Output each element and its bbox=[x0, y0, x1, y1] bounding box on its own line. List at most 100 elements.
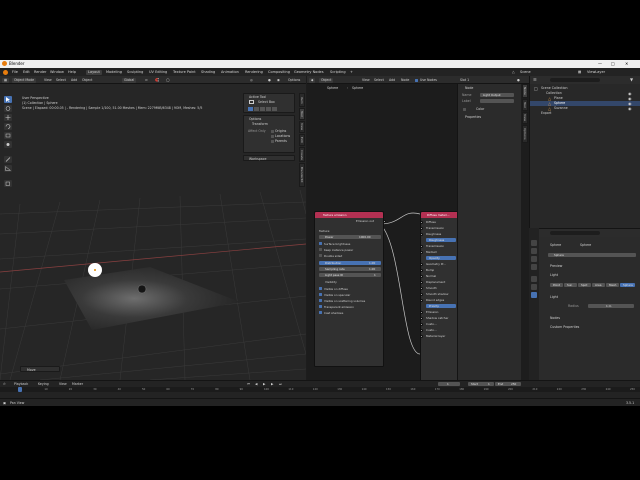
snap-icon[interactable]: 🧲 bbox=[155, 78, 159, 83]
menu-edit[interactable]: Edit bbox=[23, 70, 30, 75]
use-nodes-checkbox[interactable] bbox=[415, 78, 418, 82]
npanel-tab-view[interactable]: View bbox=[522, 112, 528, 124]
world-props-tab[interactable] bbox=[531, 264, 537, 270]
diffuse-input-socket[interactable] bbox=[419, 316, 423, 320]
rotate-tool-button[interactable] bbox=[4, 123, 12, 130]
jump-end-icon[interactable]: ⏭ bbox=[279, 382, 282, 386]
preview-section[interactable]: Preview bbox=[550, 264, 562, 268]
operator-redo-panel[interactable]: Move bbox=[20, 366, 60, 372]
menu-render[interactable]: Render bbox=[34, 70, 46, 75]
filter-icon[interactable]: ▼ bbox=[630, 77, 633, 82]
playhead[interactable] bbox=[18, 387, 22, 392]
prev-keyframe-icon[interactable]: ◀ bbox=[255, 382, 257, 386]
object-props-tab[interactable] bbox=[531, 276, 537, 282]
shading-rendered-icon[interactable]: ◉ bbox=[277, 78, 280, 83]
visible-scattering-checkbox[interactable] bbox=[319, 299, 322, 302]
tab-modeling[interactable]: Modeling bbox=[106, 70, 122, 75]
menu-object[interactable]: Object bbox=[82, 78, 92, 83]
tab-texture-paint[interactable]: Texture Paint bbox=[173, 70, 196, 75]
tab-geometry-nodes[interactable]: Geometry Nodes bbox=[294, 70, 324, 75]
minimize-button[interactable]: — bbox=[598, 61, 602, 66]
cursor-tool-button[interactable] bbox=[4, 105, 12, 112]
distribution-field[interactable]: Distribution 1.00 bbox=[319, 261, 381, 265]
select-box-icon[interactable] bbox=[249, 100, 254, 104]
custom-properties-section[interactable]: Custom Properties bbox=[550, 325, 579, 329]
shading-solid-icon[interactable]: ● bbox=[268, 78, 271, 83]
outliner-search-input[interactable] bbox=[550, 78, 600, 82]
diffuse-input-socket[interactable] bbox=[419, 280, 423, 284]
play-icon[interactable]: ▶ bbox=[263, 382, 265, 386]
measure-tool-button[interactable] bbox=[4, 165, 12, 172]
mode-extend-button[interactable] bbox=[254, 107, 259, 111]
diffuse-input-socket[interactable] bbox=[419, 262, 423, 266]
timeline-scrubber[interactable]: 0102030405060708090100110120130140150160… bbox=[0, 387, 640, 392]
light-type-spot[interactable]: Spot bbox=[578, 283, 591, 287]
timeline-menu-view[interactable]: View bbox=[59, 382, 67, 386]
timeline-menu-keying[interactable]: Keying bbox=[38, 382, 49, 386]
diffuse-input-socket[interactable] bbox=[419, 310, 423, 314]
diffuse-input-socket[interactable] bbox=[419, 268, 423, 272]
diffuse-input-field[interactable]: Roughness bbox=[426, 238, 456, 242]
scene-selector[interactable]: Scene bbox=[520, 70, 531, 75]
sidebar-tab-tool[interactable]: Tool bbox=[299, 108, 305, 120]
outliner-row-suzanne[interactable]: △ Suzanne ◉ bbox=[530, 106, 640, 111]
output-props-tab[interactable] bbox=[531, 248, 537, 254]
workspace-panel[interactable]: Workspace bbox=[243, 155, 295, 161]
editor-type-icon[interactable]: ▦ bbox=[2, 77, 10, 83]
locations-checkbox[interactable] bbox=[271, 135, 274, 138]
blender-menu-icon[interactable] bbox=[3, 69, 8, 75]
node-menu-add[interactable]: Add bbox=[389, 78, 395, 83]
light-type-mesh[interactable]: Mesh bbox=[606, 283, 619, 287]
outliner-row-plane[interactable]: △ Plane ◉ bbox=[530, 96, 640, 101]
diffuse-input-socket[interactable] bbox=[419, 220, 423, 224]
mode-intersect-button[interactable] bbox=[272, 107, 277, 111]
tab-sculpting[interactable]: Sculpting bbox=[127, 70, 143, 75]
npanel-tab-options[interactable]: Options bbox=[522, 125, 528, 143]
diffuse-input-socket[interactable] bbox=[419, 232, 423, 236]
light-data-name-field[interactable]: Sphere bbox=[548, 253, 636, 257]
tab-layout[interactable]: Layout bbox=[86, 69, 102, 75]
emission-output-socket[interactable] bbox=[382, 220, 386, 223]
node-label-field[interactable] bbox=[480, 99, 514, 103]
overlay-icon[interactable]: ◎ bbox=[250, 78, 253, 83]
view-layer-selector[interactable]: ViewLayer bbox=[587, 70, 605, 75]
node-name-field[interactable]: Light Output bbox=[480, 93, 514, 97]
physics-props-tab[interactable] bbox=[531, 284, 537, 290]
sidebar-tab-create[interactable]: Create bbox=[299, 147, 305, 162]
tab-shading[interactable]: Shading bbox=[201, 70, 215, 75]
node-menu-view[interactable]: View bbox=[362, 78, 370, 83]
timeline[interactable]: ⏱ Playback Keying View Marker ⏮ ◀ ▶ ▶ ⏭ … bbox=[0, 380, 640, 398]
diffuse-input-socket[interactable] bbox=[419, 286, 423, 290]
surface-brightness-checkbox[interactable] bbox=[319, 242, 322, 245]
diffuse-input-socket[interactable] bbox=[419, 322, 423, 326]
nodes-section[interactable]: Nodes bbox=[550, 316, 560, 320]
slot-dropdown[interactable]: Slot 1 bbox=[460, 78, 469, 83]
menu-file[interactable]: File bbox=[12, 70, 18, 75]
light-type-point[interactable]: Point bbox=[550, 283, 563, 287]
node-editor-type-icon[interactable]: ◆ bbox=[309, 77, 316, 83]
next-keyframe-icon[interactable]: ▶ bbox=[271, 382, 273, 386]
npanel-tab-node[interactable]: Node bbox=[522, 84, 528, 98]
sidebar-tab-edit[interactable]: Edit bbox=[299, 134, 305, 146]
add-workspace-icon[interactable]: + bbox=[350, 70, 353, 75]
diffuse-input-field[interactable]: Priority bbox=[426, 304, 456, 308]
outliner-row-collection[interactable]: Collection ◉ bbox=[530, 91, 640, 96]
sidebar-tab-item[interactable]: Item bbox=[299, 93, 305, 107]
tab-animation[interactable]: Animation bbox=[221, 70, 239, 75]
annotate-tool-button[interactable] bbox=[4, 156, 12, 163]
keep-instance-power-checkbox[interactable] bbox=[319, 248, 322, 251]
orientation-dropdown[interactable]: Global bbox=[122, 77, 137, 83]
diffuse-material-node[interactable]: Diffuse materi... Diffuse Transmission Rou… bbox=[419, 211, 457, 380]
pivot-icon[interactable]: ⊙ bbox=[145, 78, 148, 83]
scene-props-tab[interactable] bbox=[531, 256, 537, 262]
power-field[interactable]: Power 1000.00 bbox=[319, 235, 381, 239]
proportional-icon[interactable]: ◯ bbox=[166, 78, 170, 83]
outliner-row-scene-collection[interactable]: □ Scene Collection bbox=[530, 86, 640, 91]
render-props-tab[interactable] bbox=[531, 240, 537, 246]
light-type-area[interactable]: Area bbox=[592, 283, 605, 287]
light-section[interactable]: Light bbox=[550, 273, 558, 277]
outliner-editor-icon[interactable]: ☰ bbox=[533, 77, 537, 82]
menu-view[interactable]: View bbox=[44, 78, 52, 83]
menu-select[interactable]: Select bbox=[56, 78, 66, 83]
tab-uv-editing[interactable]: UV Editing bbox=[149, 70, 167, 75]
